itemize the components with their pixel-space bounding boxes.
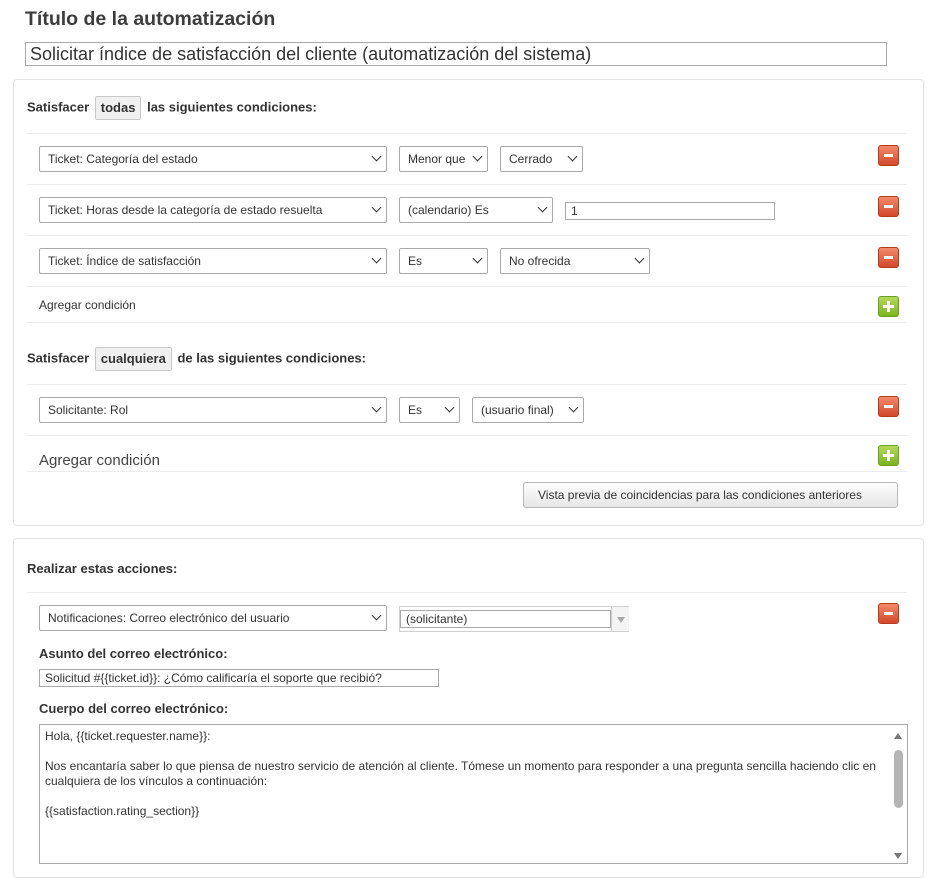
email-subject-input[interactable]: Solicitud #{{ticket.id}}: ¿Cómo califica…	[39, 669, 439, 687]
email-body-line: Nos encantaría saber lo que piensa de nu…	[45, 759, 876, 788]
scroll-thumb[interactable]	[894, 750, 903, 808]
chevron-down-icon	[634, 253, 645, 264]
remove-condition-button[interactable]	[878, 396, 899, 417]
email-body-label: Cuerpo del correo electrónico:	[39, 701, 229, 716]
condition-field-select[interactable]: Solicitante: Rol	[39, 397, 387, 423]
add-condition-button[interactable]	[878, 296, 899, 317]
action-value: Notificaciones: Correo electrónico del u…	[48, 611, 290, 625]
divider	[27, 592, 907, 593]
condition-operator-select[interactable]: (calendario) Es	[399, 197, 553, 223]
condition-operator-select[interactable]: Menor que	[399, 146, 488, 172]
condition-field-value: Ticket: Categoría del estado	[48, 152, 198, 166]
scroll-up-icon[interactable]	[894, 733, 902, 739]
preview-matches-button[interactable]: Vista previa de coincidencias para las c…	[523, 482, 898, 508]
conditions-all-mode-toggle[interactable]: todas	[94, 96, 142, 120]
chevron-down-icon	[537, 202, 548, 213]
add-condition-button[interactable]	[878, 445, 899, 466]
condition-operator-value: Es	[408, 403, 423, 417]
condition-field-select[interactable]: Ticket: Horas desde la categoría de esta…	[39, 197, 387, 223]
divider	[27, 184, 907, 185]
condition-field-value: Ticket: Índice de satisfacción	[48, 254, 201, 268]
chevron-down-icon	[444, 402, 455, 413]
condition-value-input[interactable]: 1	[565, 202, 775, 220]
chevron-down-icon	[371, 202, 382, 213]
divider	[27, 471, 907, 472]
condition-value-value: Cerrado	[509, 152, 553, 166]
conditions-any-header: Satisfacer cualquiera de las siguientes …	[27, 347, 366, 371]
scroll-down-icon[interactable]	[894, 853, 902, 859]
condition-field-value: Solicitante: Rol	[48, 403, 129, 417]
divider	[27, 322, 907, 323]
conditions-all-suffix: las siguientes condiciones:	[147, 99, 317, 115]
chevron-down-icon	[568, 402, 579, 413]
chevron-down-icon	[472, 151, 483, 162]
chevron-down-icon	[371, 402, 382, 413]
remove-condition-button[interactable]	[878, 196, 899, 217]
chevron-down-icon	[567, 151, 578, 162]
action-select[interactable]: Notificaciones: Correo electrónico del u…	[39, 605, 387, 631]
condition-value-select[interactable]: No ofrecida	[500, 248, 650, 274]
divider	[27, 286, 907, 287]
email-subject-label: Asunto del correo electrónico:	[39, 646, 228, 661]
email-body-line	[45, 789, 877, 804]
automation-title-label: Título de la automatización	[25, 8, 276, 30]
conditions-all-header: Satisfacer todas las siguientes condicio…	[27, 96, 317, 120]
condition-operator-value: Menor que	[408, 152, 466, 166]
divider	[27, 435, 907, 436]
actions-heading: Realizar estas acciones:	[27, 561, 178, 576]
chevron-down-icon	[472, 253, 483, 264]
chevron-down-icon[interactable]	[611, 607, 629, 631]
email-body-line	[45, 744, 877, 759]
chevron-down-icon	[371, 151, 382, 162]
divider	[27, 235, 907, 236]
chevron-down-icon	[371, 253, 382, 264]
condition-value-value: (usuario final)	[481, 403, 554, 417]
chevron-down-icon	[371, 610, 382, 621]
condition-operator-select[interactable]: Es	[399, 248, 488, 274]
conditions-any-suffix: de las siguientes condiciones:	[177, 350, 366, 366]
divider	[27, 133, 907, 134]
conditions-all-prefix: Satisfacer	[27, 99, 90, 115]
condition-value-select[interactable]: (usuario final)	[472, 397, 584, 423]
add-condition-label[interactable]: Agregar condición	[39, 298, 136, 312]
email-body-scrollbar[interactable]	[892, 726, 906, 863]
email-body-textarea[interactable]: Hola, {{ticket.requester.name}}: Nos enc…	[39, 724, 908, 864]
remove-condition-button[interactable]	[878, 145, 899, 166]
action-target-combobox[interactable]: (solicitante)	[399, 606, 629, 632]
condition-operator-value: Es	[408, 254, 423, 268]
conditions-any-mode-toggle[interactable]: cualquiera	[94, 347, 172, 371]
remove-condition-button[interactable]	[878, 247, 899, 268]
condition-field-value: Ticket: Horas desde la categoría de esta…	[48, 203, 323, 217]
divider	[27, 384, 907, 385]
email-body-line: {{satisfaction.rating_section}}	[45, 804, 200, 818]
condition-field-select[interactable]: Ticket: Índice de satisfacción	[39, 248, 387, 274]
conditions-any-prefix: Satisfacer	[27, 350, 90, 366]
add-condition-label[interactable]: Agregar condición	[39, 452, 160, 469]
condition-operator-select[interactable]: Es	[399, 397, 460, 423]
action-target-input[interactable]: (solicitante)	[400, 610, 611, 628]
condition-field-select[interactable]: Ticket: Categoría del estado	[39, 146, 387, 172]
condition-value-value: No ofrecida	[509, 254, 571, 268]
condition-value-select[interactable]: Cerrado	[500, 146, 583, 172]
remove-action-button[interactable]	[878, 603, 899, 624]
email-body-line: Hola, {{ticket.requester.name}}:	[45, 729, 211, 743]
automation-title-input[interactable]: Solicitar índice de satisfacción del cli…	[25, 42, 887, 66]
condition-operator-value: (calendario) Es	[408, 203, 489, 217]
